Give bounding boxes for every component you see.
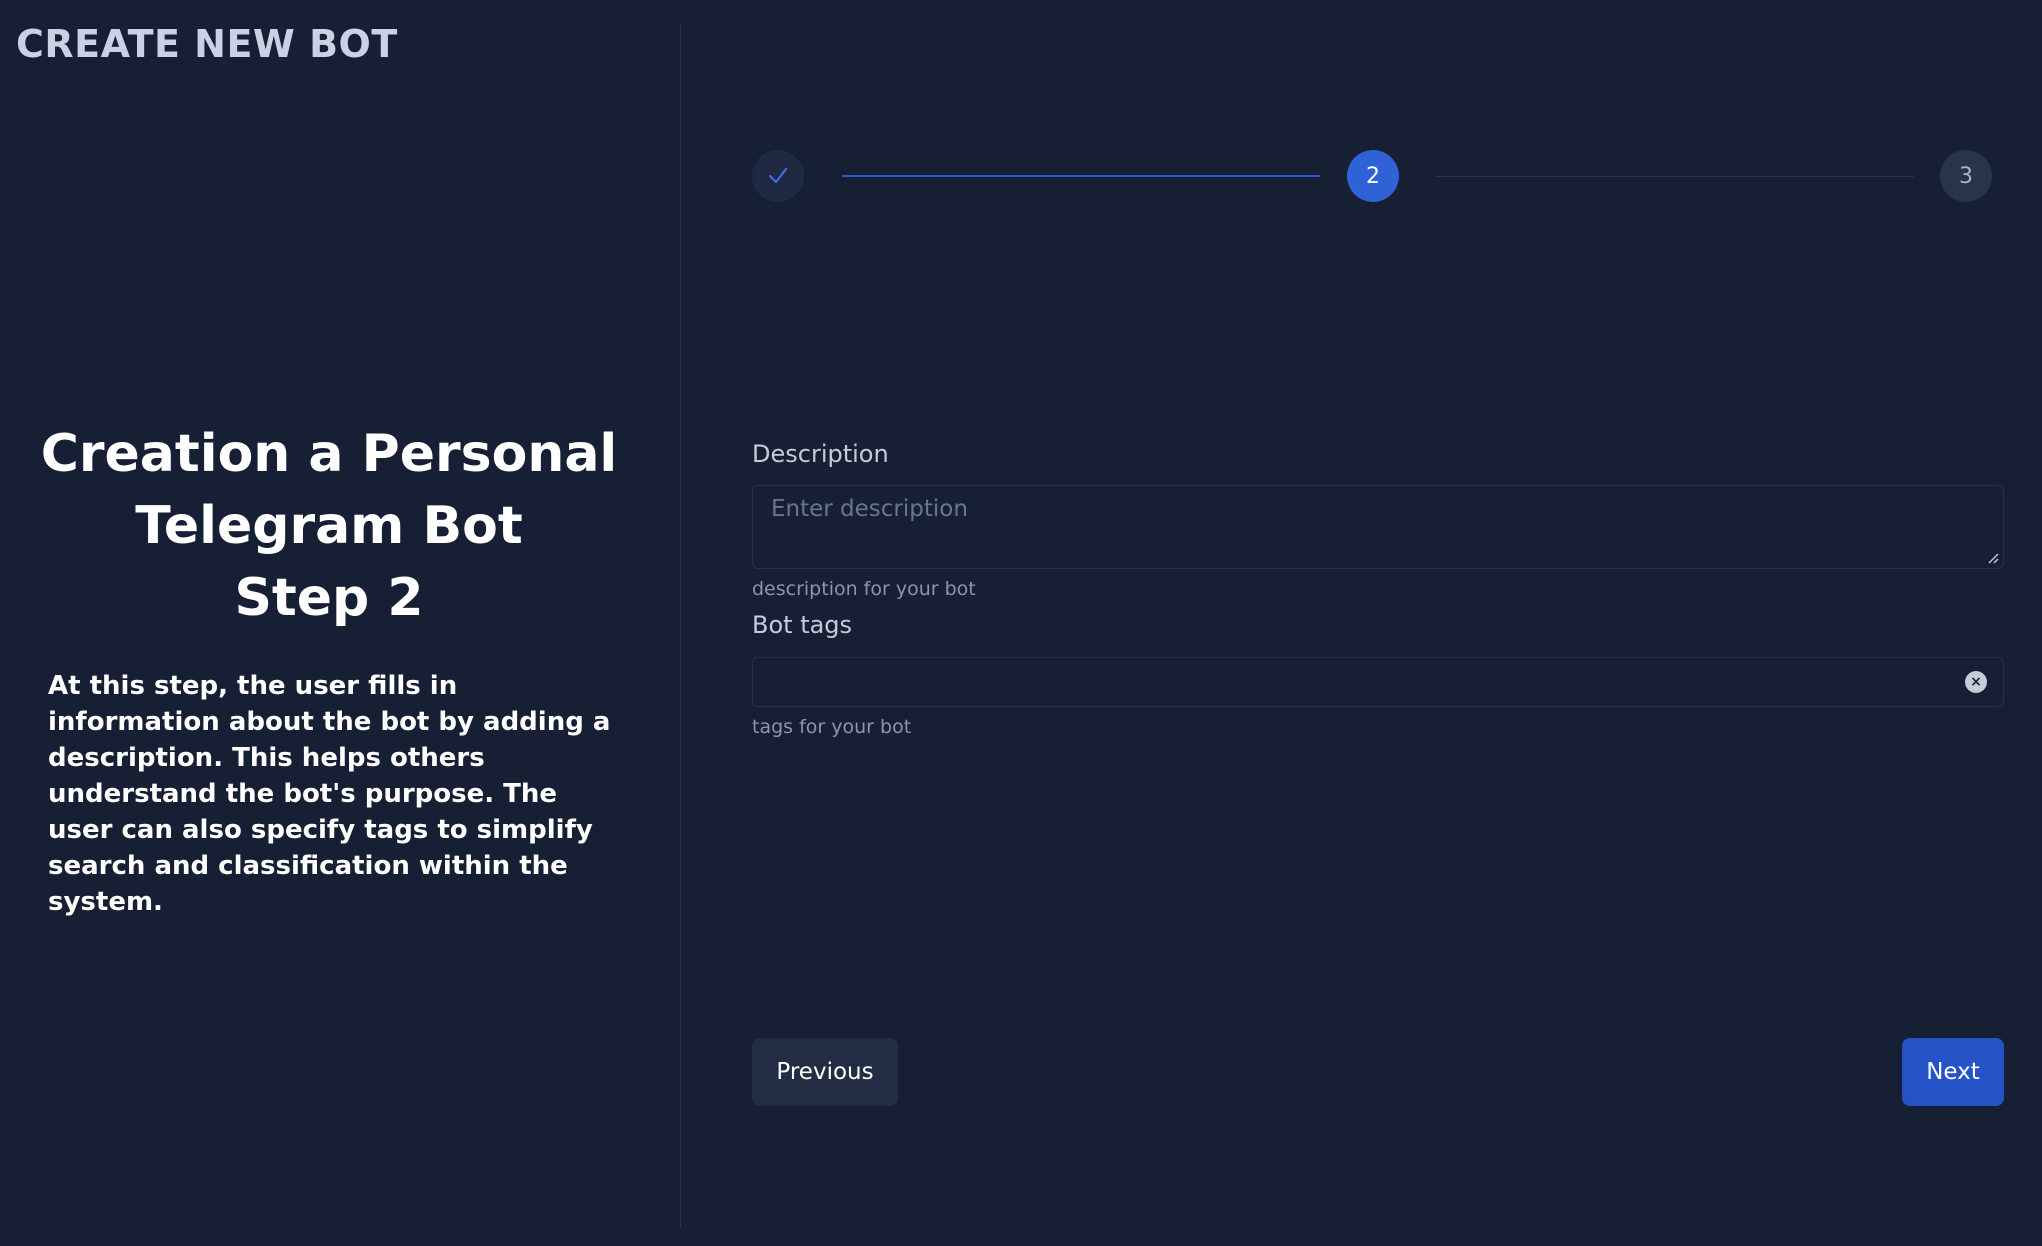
step-heading: Creation a Personal Telegram Bot Step 2 bbox=[30, 418, 628, 634]
step-1-completed[interactable] bbox=[752, 150, 804, 202]
step-connector-2 bbox=[1436, 176, 1914, 177]
check-icon bbox=[768, 167, 788, 184]
description-field-wrapper bbox=[752, 485, 2004, 569]
description-helper-text: description for your bot bbox=[752, 578, 976, 600]
step-heading-line-2: Telegram Bot bbox=[135, 496, 523, 556]
next-button[interactable]: Next bbox=[1902, 1038, 2004, 1106]
step-connector-1 bbox=[842, 175, 1320, 177]
panel-divider bbox=[680, 24, 681, 1228]
app-title: CREATE NEW BOT bbox=[16, 22, 398, 66]
previous-button[interactable]: Previous bbox=[752, 1038, 898, 1106]
resize-handle-icon[interactable] bbox=[1987, 552, 1999, 564]
bot-tags-helper-text: tags for your bot bbox=[752, 716, 912, 738]
clear-icon[interactable]: × bbox=[1965, 671, 1987, 693]
description-label: Description bbox=[752, 440, 889, 468]
description-textarea[interactable] bbox=[753, 486, 2003, 568]
step-description: At this step, the user fills in informat… bbox=[48, 671, 611, 917]
bot-tags-input[interactable]: × bbox=[752, 657, 2004, 707]
stepper: 2 3 bbox=[752, 150, 1992, 202]
step-heading-line-1: Creation a Personal bbox=[40, 424, 618, 484]
step-3-upcoming[interactable]: 3 bbox=[1940, 150, 1992, 202]
step-heading-line-3: Step 2 bbox=[234, 568, 424, 628]
step-2-active[interactable]: 2 bbox=[1347, 150, 1399, 202]
create-bot-wizard: CREATE NEW BOT Creation a Personal Teleg… bbox=[0, 0, 2042, 1246]
bot-tags-label: Bot tags bbox=[752, 611, 853, 639]
